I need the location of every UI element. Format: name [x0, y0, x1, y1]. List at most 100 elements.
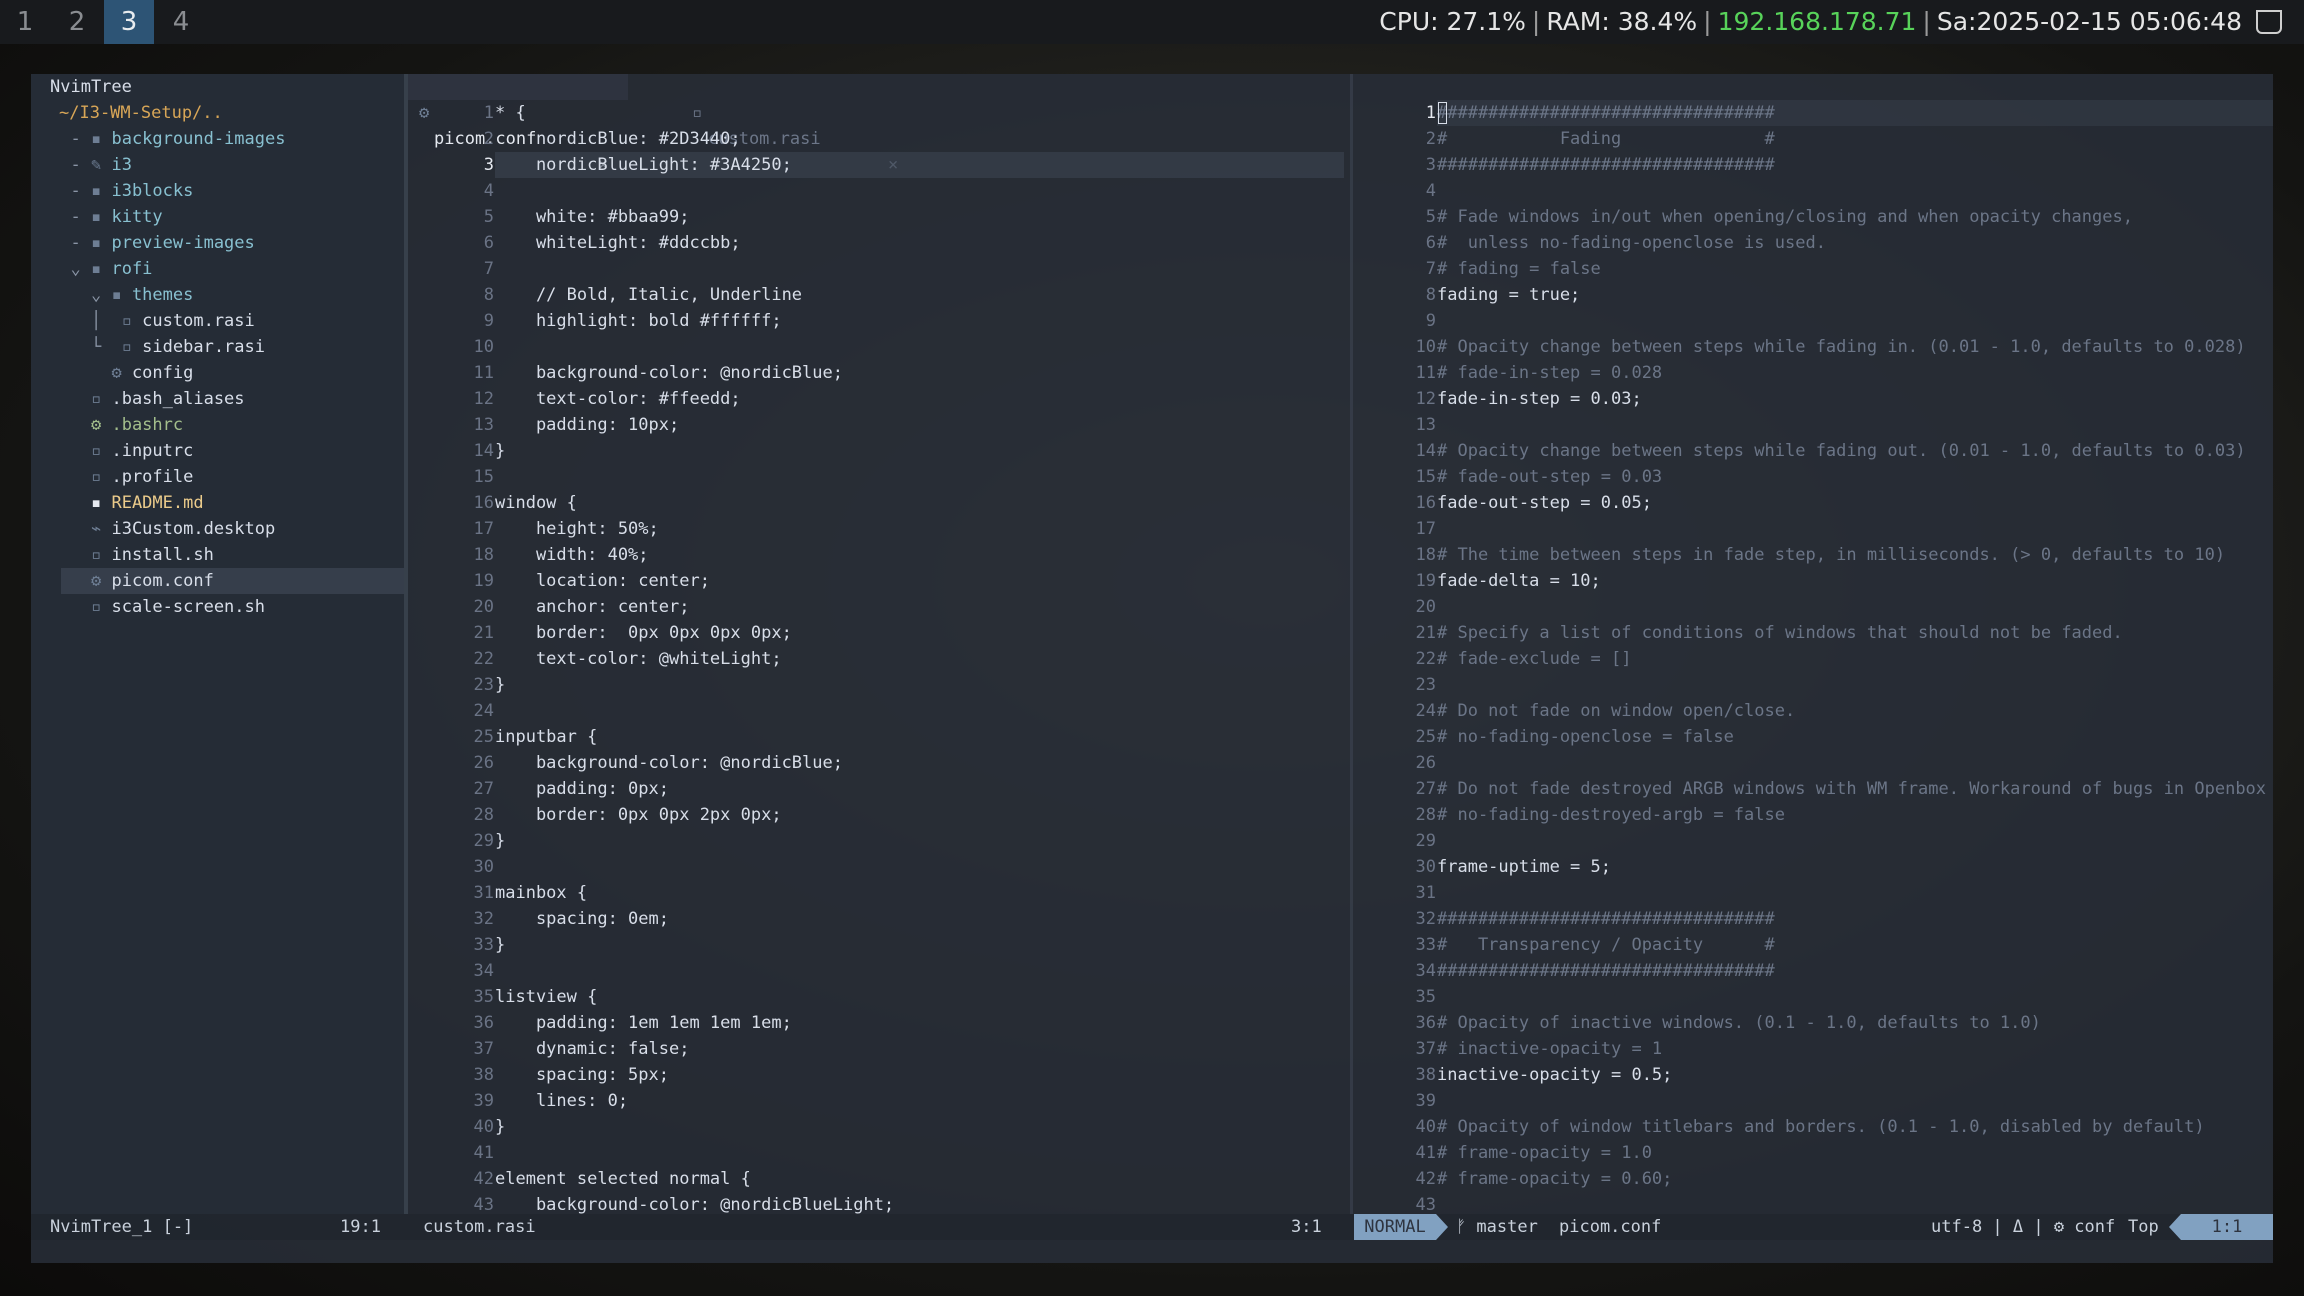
code-line: # fade-out-step = 0.03: [1437, 467, 1663, 487]
workspace-1[interactable]: 1: [0, 0, 50, 44]
code-line: text-color: #ffeedd;: [495, 389, 741, 409]
line-number: 34: [1415, 961, 1436, 981]
workspace-3[interactable]: 3: [104, 0, 154, 44]
line-number: 42: [473, 1169, 494, 1189]
tree-item-label: background-images: [111, 129, 286, 149]
line-number: 6: [1425, 233, 1436, 253]
line-number: 4: [483, 181, 494, 201]
status-separator: |: [1922, 7, 1931, 36]
status-separator: |: [1531, 7, 1541, 36]
workspace-4[interactable]: 4: [156, 0, 206, 44]
line-number: 10: [1415, 337, 1436, 357]
tree-file[interactable]: ⚙ config: [50, 360, 193, 386]
tree-file[interactable]: │ ▫ custom.rasi: [50, 308, 255, 334]
tree-item-label: i3blocks: [111, 181, 194, 201]
line-number: 35: [1415, 987, 1436, 1007]
file-icon: ▫: [90, 441, 102, 461]
line-number: 13: [473, 415, 494, 435]
tree-indent: -: [50, 129, 81, 149]
tree-file[interactable]: ▪ README.md: [50, 490, 204, 516]
code-line: #################################: [1437, 961, 1775, 981]
line-number: 21: [1415, 623, 1436, 643]
code-line: # Opacity change between steps while fad…: [1437, 337, 2246, 357]
tree-file[interactable]: ▫ .profile: [50, 464, 193, 490]
line-number: 9: [1425, 311, 1436, 331]
tree-folder[interactable]: ⌄ ▪ rofi: [50, 256, 152, 282]
code-line: frame-uptime = 5;: [1437, 857, 1611, 877]
code-line: fade-delta = 10;: [1437, 571, 1601, 591]
file-icon: ▫: [90, 389, 102, 409]
powerline-arrow: [2169, 1214, 2181, 1240]
tree-folder[interactable]: - ▪ i3blocks: [50, 178, 193, 204]
line-number: 5: [483, 207, 494, 227]
tree-folder[interactable]: - ▪ background-images: [50, 126, 285, 152]
code-line: # fading = false: [1437, 259, 1601, 279]
line-number: 24: [473, 701, 494, 721]
status-separator: |: [1703, 7, 1712, 36]
file-icon: ⚙: [90, 571, 102, 591]
line-number: 16: [473, 493, 494, 513]
tree-file[interactable]: ▫ scale-screen.sh: [50, 594, 265, 620]
code-line: inputbar {: [495, 727, 598, 747]
tree-buffer-name: NvimTree_1 [-]: [50, 1217, 194, 1237]
tree-file[interactable]: ▫ .bash_aliases: [50, 386, 245, 412]
code-line: # Opacity of window titlebars and border…: [1437, 1117, 2205, 1137]
gear-icon: ⚙: [419, 103, 430, 123]
line-number: 18: [1415, 545, 1436, 565]
tree-file[interactable]: ⚙ .bashrc: [50, 412, 183, 438]
line-number: 33: [473, 935, 494, 955]
file-icon: ▫: [692, 103, 703, 123]
code-line: white: #bbaa99;: [495, 207, 690, 227]
coffee-cup-icon[interactable]: [2256, 10, 2282, 34]
tree-indent: │: [50, 311, 112, 331]
tree-file[interactable]: ⚙ picom.conf: [50, 568, 214, 594]
tree-file[interactable]: └ ▫ sidebar.rasi: [50, 334, 265, 360]
code-line: # frame-opacity = 0.60;: [1437, 1169, 1673, 1189]
line-number: 15: [1415, 467, 1436, 487]
tree-title: NvimTree: [50, 77, 132, 97]
tree-file[interactable]: ▫ .inputrc: [50, 438, 193, 464]
line-number: 22: [473, 649, 494, 669]
tree-file[interactable]: ⌁ i3Custom.desktop: [50, 516, 275, 542]
code-line: anchor: center;: [495, 597, 690, 617]
tree-folder[interactable]: - ▪ preview-images: [50, 230, 254, 256]
line-number: 35: [473, 987, 494, 1007]
tree-item-label: custom.rasi: [142, 311, 255, 331]
line-number: 12: [473, 389, 494, 409]
tree-folder[interactable]: ⌄ ▪ themes: [50, 282, 193, 308]
line-number: 12: [1415, 389, 1436, 409]
window-separator: [404, 74, 408, 1214]
line-number: 2: [1425, 129, 1436, 149]
tree-item-label: i3Custom.desktop: [111, 519, 276, 539]
file-encoding-type: utf-8 | Δ | ⚙ conf: [1931, 1217, 2116, 1237]
code-line: # unless no-fading-openclose is used.: [1437, 233, 1826, 253]
code-line: padding: 10px;: [495, 415, 680, 435]
file-icon: ⚙: [111, 363, 122, 383]
tree-root-path[interactable]: ~/I3-WM-Setup/..: [59, 100, 223, 126]
tree-file[interactable]: ▫ install.sh: [50, 542, 214, 568]
tree-folder[interactable]: - ✎ i3: [50, 152, 131, 178]
line-number: 22: [1415, 649, 1436, 669]
date-time: Sa:2025-02-15 05:06:48: [1936, 7, 2242, 36]
line-number: 3: [1425, 155, 1436, 175]
ip-address: 192.168.178.71: [1717, 7, 1917, 36]
line-number: 8: [483, 285, 494, 305]
tab-custom-rasi[interactable]: ▫ custom.rasi ×: [628, 74, 928, 175]
line-number: 31: [473, 883, 494, 903]
tab-picom-conf[interactable]: ⚙ picom.conf ×: [408, 74, 628, 175]
buffer-tabline: ⚙ picom.conf × ▫ custom.rasi ×: [408, 74, 1350, 175]
code-line: listview {: [495, 987, 598, 1007]
code-line: fade-in-step = 0.03;: [1437, 389, 1642, 409]
line-number: 6: [483, 233, 494, 253]
line-number: 24: [1415, 701, 1436, 721]
tree-folder[interactable]: - ▪ kitty: [50, 204, 162, 230]
line-number: 30: [473, 857, 494, 877]
code-line: border: 0px 0px 0px 0px;: [495, 623, 792, 643]
ram-usage: RAM: 38.4%: [1546, 7, 1698, 36]
workspace-2[interactable]: 2: [52, 0, 102, 44]
tree-cursor-pos: 19:1: [340, 1217, 381, 1237]
code-line: text-color: @whiteLight;: [495, 649, 782, 669]
